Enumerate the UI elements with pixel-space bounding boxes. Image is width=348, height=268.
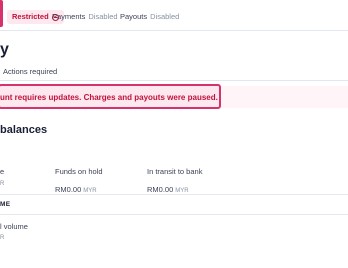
tabs-divider	[0, 80, 348, 81]
in-transit-label: In transit to bank	[147, 167, 203, 176]
payouts-label: Payouts	[120, 12, 148, 21]
balance-col1-currency: R	[0, 181, 5, 187]
tab-actions-required[interactable]: Actions required	[3, 67, 57, 76]
balances-heading: balances	[0, 124, 48, 136]
payouts-state: Disabled	[150, 12, 180, 21]
funds-on-hold-label: Funds on hold	[55, 167, 103, 176]
volume-label: l volume	[0, 222, 28, 231]
payments-label: Payments	[52, 12, 86, 21]
alert-message: unt requires updates. Charges and payout…	[0, 93, 218, 102]
payments-capability: Payments Disabled	[52, 12, 118, 21]
restricted-badge-label: Restricted	[12, 12, 49, 21]
in-transit-value: RM0.00	[147, 185, 174, 194]
alert-background-strip	[221, 86, 348, 108]
section-divider	[0, 214, 348, 215]
header-divider	[0, 30, 348, 31]
balance-col1-label: e	[0, 167, 5, 176]
balances-divider	[0, 194, 348, 195]
payouts-capability: Payouts Disabled	[120, 12, 179, 21]
volume-currency: R	[0, 235, 5, 241]
selected-edge-indicator	[0, 0, 3, 27]
funds-on-hold-value: RM0.00	[55, 185, 82, 194]
payments-state: Disabled	[88, 12, 118, 21]
section-label: ME	[0, 201, 11, 208]
page-title: y	[0, 41, 9, 58]
